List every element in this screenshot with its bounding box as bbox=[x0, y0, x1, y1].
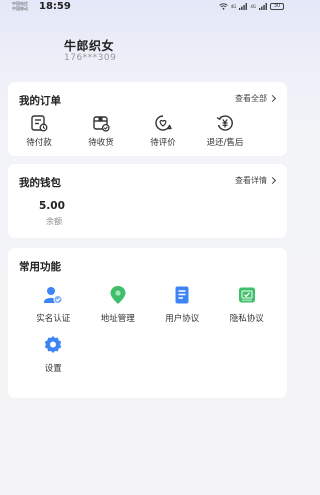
orders-card: 我的订单 查看全部 待付款 待收货 待评价 退还/售后 bbox=[8, 82, 287, 156]
function-privacy-agreement[interactable]: 隐私协议 bbox=[215, 285, 280, 335]
function-label: 地址管理 bbox=[100, 314, 135, 324]
signal-type-1: 4G bbox=[230, 4, 237, 9]
balance-label: 余额 bbox=[46, 217, 62, 226]
view-wallet-details-link[interactable]: 查看详情 bbox=[235, 175, 277, 186]
order-refund-label: 退还/售后 bbox=[206, 138, 244, 148]
common-functions-card: 常用功能 实名认证 地址管理 用户协议 隐私协议 设置 bbox=[8, 248, 287, 398]
refund-icon bbox=[216, 115, 233, 131]
order-status-row: 待付款 待收货 待评价 退还/售后 bbox=[8, 113, 287, 148]
view-all-label: 查看全部 bbox=[235, 94, 267, 103]
view-all-orders-link[interactable]: 查看全部 bbox=[235, 93, 277, 104]
carrier-2: 中国移动 bbox=[12, 6, 28, 11]
signal-type-2: 4G bbox=[250, 4, 256, 9]
phone-number: 176***309 bbox=[64, 53, 117, 63]
wifi-icon bbox=[218, 3, 228, 10]
chevron-right-icon bbox=[268, 176, 277, 185]
carrier-info: 中国电信 中国移动 bbox=[12, 1, 28, 11]
order-pending-payment-label: 待付款 bbox=[26, 138, 52, 148]
order-pending-payment[interactable]: 待付款 bbox=[8, 113, 70, 148]
profile-header[interactable]: 牛郎织女 176***309 bbox=[0, 30, 295, 75]
document-icon bbox=[175, 286, 189, 304]
username: 牛郎织女 bbox=[64, 39, 115, 53]
user-verify-icon bbox=[44, 287, 63, 304]
pending-payment-icon bbox=[31, 115, 48, 132]
functions-grid: 实名认证 地址管理 用户协议 隐私协议 设置 bbox=[8, 285, 287, 385]
chevron-right-icon bbox=[268, 94, 277, 103]
orders-title: 我的订单 bbox=[19, 95, 61, 107]
balance-value[interactable]: 5.00 bbox=[39, 200, 65, 212]
functions-title: 常用功能 bbox=[19, 261, 61, 273]
view-details-label: 查看详情 bbox=[235, 176, 267, 185]
order-refund[interactable]: 退还/售后 bbox=[194, 113, 256, 148]
function-settings[interactable]: 设置 bbox=[21, 335, 86, 385]
location-icon bbox=[110, 286, 126, 304]
system-icons: 4G 4G 30 bbox=[218, 3, 284, 10]
function-label: 实名认证 bbox=[36, 314, 71, 324]
gear-icon bbox=[45, 336, 62, 353]
function-user-agreement[interactable]: 用户协议 bbox=[150, 285, 215, 335]
signal-icon bbox=[239, 3, 248, 10]
order-pending-review-label: 待评价 bbox=[150, 138, 176, 148]
pending-receipt-icon bbox=[93, 116, 110, 132]
function-address-management[interactable]: 地址管理 bbox=[86, 285, 151, 335]
clock: 18:59 bbox=[39, 1, 71, 12]
privacy-icon bbox=[238, 287, 255, 303]
function-label: 隐私协议 bbox=[229, 314, 264, 324]
battery-icon: 30 bbox=[270, 3, 284, 10]
pending-review-icon bbox=[155, 115, 172, 131]
wallet-card: 我的钱包 查看详情 5.00 余额 bbox=[8, 164, 287, 238]
function-label: 用户协议 bbox=[165, 314, 200, 324]
order-pending-receipt[interactable]: 待收货 bbox=[70, 113, 132, 148]
function-label: 设置 bbox=[44, 364, 62, 374]
order-pending-receipt-label: 待收货 bbox=[88, 138, 114, 148]
function-real-name-verification[interactable]: 实名认证 bbox=[21, 285, 86, 335]
signal-icon bbox=[259, 3, 267, 10]
status-bar: 中国电信 中国移动 18:59 4G 4G 30 bbox=[0, 0, 295, 16]
order-pending-review[interactable]: 待评价 bbox=[132, 113, 194, 148]
wallet-title: 我的钱包 bbox=[19, 177, 61, 189]
